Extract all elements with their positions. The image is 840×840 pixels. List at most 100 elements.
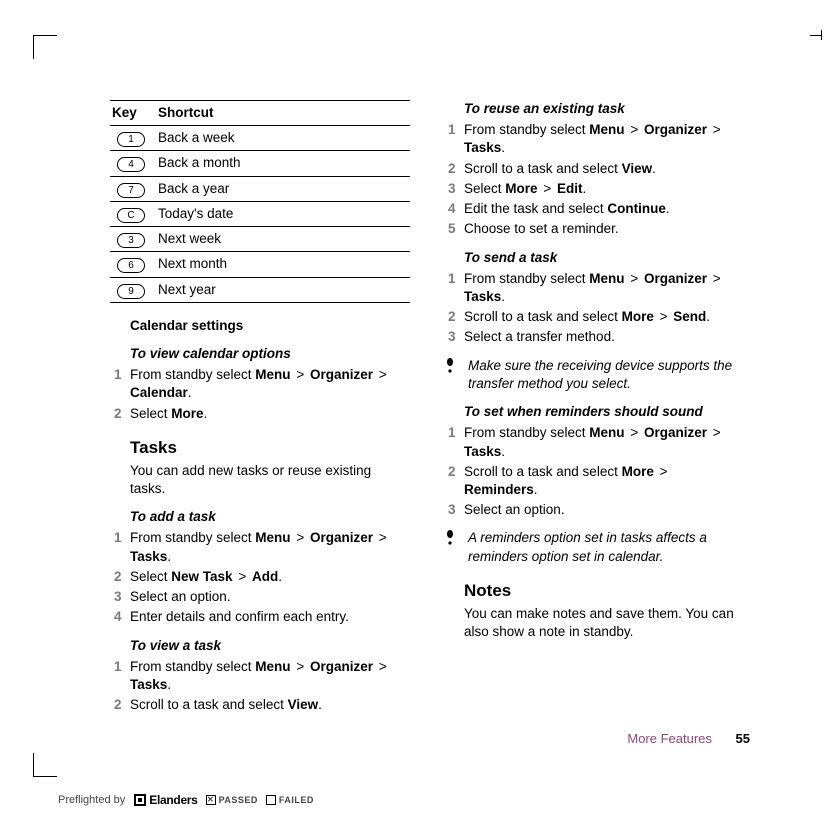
organizer-label: Organizer (644, 271, 707, 286)
footer-page-number: 55 (736, 731, 750, 746)
text: From standby select (464, 122, 589, 137)
organizer-label: Organizer (310, 367, 373, 382)
text: Edit the task and select (464, 201, 607, 216)
step: 1From standby select Menu > Organizer > … (444, 121, 744, 157)
dot: . (501, 444, 505, 459)
gt: > (628, 271, 640, 286)
table-row: 9Next year (110, 277, 410, 302)
th-key: Key (110, 101, 156, 126)
shortcut-cell: Next month (156, 252, 410, 277)
steps-view-task: 1From standby select Menu > Organizer > … (110, 658, 410, 715)
steps-view-calendar-options: 1From standby select Menu > Organizer > … (110, 366, 410, 423)
step: 3Select an option. (444, 501, 744, 519)
note-text: Make sure the receiving device supports … (468, 357, 744, 393)
step: 2Scroll to a task and select More > Send… (444, 308, 744, 326)
organizer-label: Organizer (644, 122, 707, 137)
gt: > (294, 530, 306, 545)
step: 1From standby select Menu > Organizer > … (110, 529, 410, 565)
menu-label: Menu (255, 530, 290, 545)
crop-mark-bl (33, 753, 57, 777)
table-row: 4Back a month (110, 151, 410, 176)
view-label: View (288, 697, 319, 712)
text: Scroll to a task and select (130, 697, 288, 712)
dot: . (501, 289, 505, 304)
menu-label: Menu (589, 425, 624, 440)
menu-label: Menu (589, 271, 624, 286)
tasks-label: Tasks (464, 289, 501, 304)
organizer-label: Organizer (310, 659, 373, 674)
elanders-logo-icon: Elanders (133, 792, 197, 808)
page-footer: More Features 55 (627, 730, 750, 748)
table-row: 6Next month (110, 252, 410, 277)
brand-text: Elanders (149, 792, 197, 808)
notes-heading: Notes (464, 580, 744, 603)
passed-text: PASSED (219, 794, 258, 806)
view-label: View (622, 161, 653, 176)
shortcut-table: Key Shortcut 1Back a week 4Back a month … (110, 100, 410, 303)
step: 1From standby select Menu > Organizer > … (110, 658, 410, 694)
dot: . (204, 406, 208, 421)
step: 4Edit the task and select Continue. (444, 200, 744, 218)
step: 2Scroll to a task and select View. (110, 696, 410, 714)
note-text: A reminders option set in tasks affects … (468, 529, 744, 565)
text: Select an option. (464, 502, 565, 517)
text: From standby select (130, 530, 255, 545)
tasks-label: Tasks (464, 140, 501, 155)
failed-badge: FAILED (266, 794, 314, 806)
passed-badge: ✕PASSED (206, 794, 258, 806)
more-label: More (505, 181, 537, 196)
more-label: More (171, 406, 203, 421)
shortcut-cell: Today's date (156, 201, 410, 226)
text: From standby select (130, 367, 255, 382)
text: Select a transfer method. (464, 329, 615, 344)
crop-mark-tl (33, 35, 57, 59)
dot: . (167, 549, 171, 564)
dot: . (318, 697, 322, 712)
shortcut-cell: Back a week (156, 126, 410, 151)
step: 3Select More > Edit. (444, 180, 744, 198)
keycap-icon: C (117, 208, 145, 223)
steps-reuse-task: 1From standby select Menu > Organizer > … (444, 121, 744, 238)
step: 2Scroll to a task and select View. (444, 160, 744, 178)
keycap-icon: 3 (117, 233, 145, 248)
checkbox-empty-icon (266, 795, 276, 805)
text: Scroll to a task and select (464, 309, 622, 324)
dot: . (534, 482, 538, 497)
proc-send-task: To send a task (464, 249, 744, 267)
newtask-label: New Task (171, 569, 232, 584)
page-content: Key Shortcut 1Back a week 4Back a month … (110, 100, 750, 718)
crop-tick-tr2 (819, 30, 822, 40)
gt: > (377, 530, 389, 545)
proc-reuse-task: To reuse an existing task (464, 100, 744, 118)
th-shortcut: Shortcut (156, 101, 410, 126)
gt: > (294, 367, 306, 382)
step: 2Select New Task > Add. (110, 568, 410, 586)
gt: > (658, 309, 670, 324)
proc-add-task: To add a task (130, 508, 410, 526)
text: Select (130, 406, 171, 421)
menu-label: Menu (255, 367, 290, 382)
tasks-label: Tasks (130, 549, 167, 564)
send-label: Send (673, 309, 706, 324)
note-transfer: Make sure the receiving device supports … (444, 357, 744, 393)
keycap-icon: 4 (117, 157, 145, 172)
steps-send-task: 1From standby select Menu > Organizer > … (444, 270, 744, 347)
menu-label: Menu (589, 122, 624, 137)
step: 2Scroll to a task and select More > Remi… (444, 463, 744, 499)
info-icon (444, 358, 458, 379)
right-column: To reuse an existing task 1From standby … (444, 100, 744, 718)
step: 5Choose to set a reminder. (444, 220, 744, 238)
shortcut-cell: Next year (156, 277, 410, 302)
gt: > (377, 367, 389, 382)
dot: . (582, 181, 586, 196)
text: Select (130, 569, 171, 584)
proc-view-task: To view a task (130, 637, 410, 655)
more-label: More (622, 309, 654, 324)
step: 1From standby select Menu > Organizer > … (444, 270, 744, 306)
text: From standby select (464, 425, 589, 440)
more-label: More (622, 464, 654, 479)
step: 3Select a transfer method. (444, 328, 744, 346)
table-row: 7Back a year (110, 176, 410, 201)
text: Enter details and confirm each entry. (130, 609, 349, 624)
step: 1From standby select Menu > Organizer > … (444, 424, 744, 460)
